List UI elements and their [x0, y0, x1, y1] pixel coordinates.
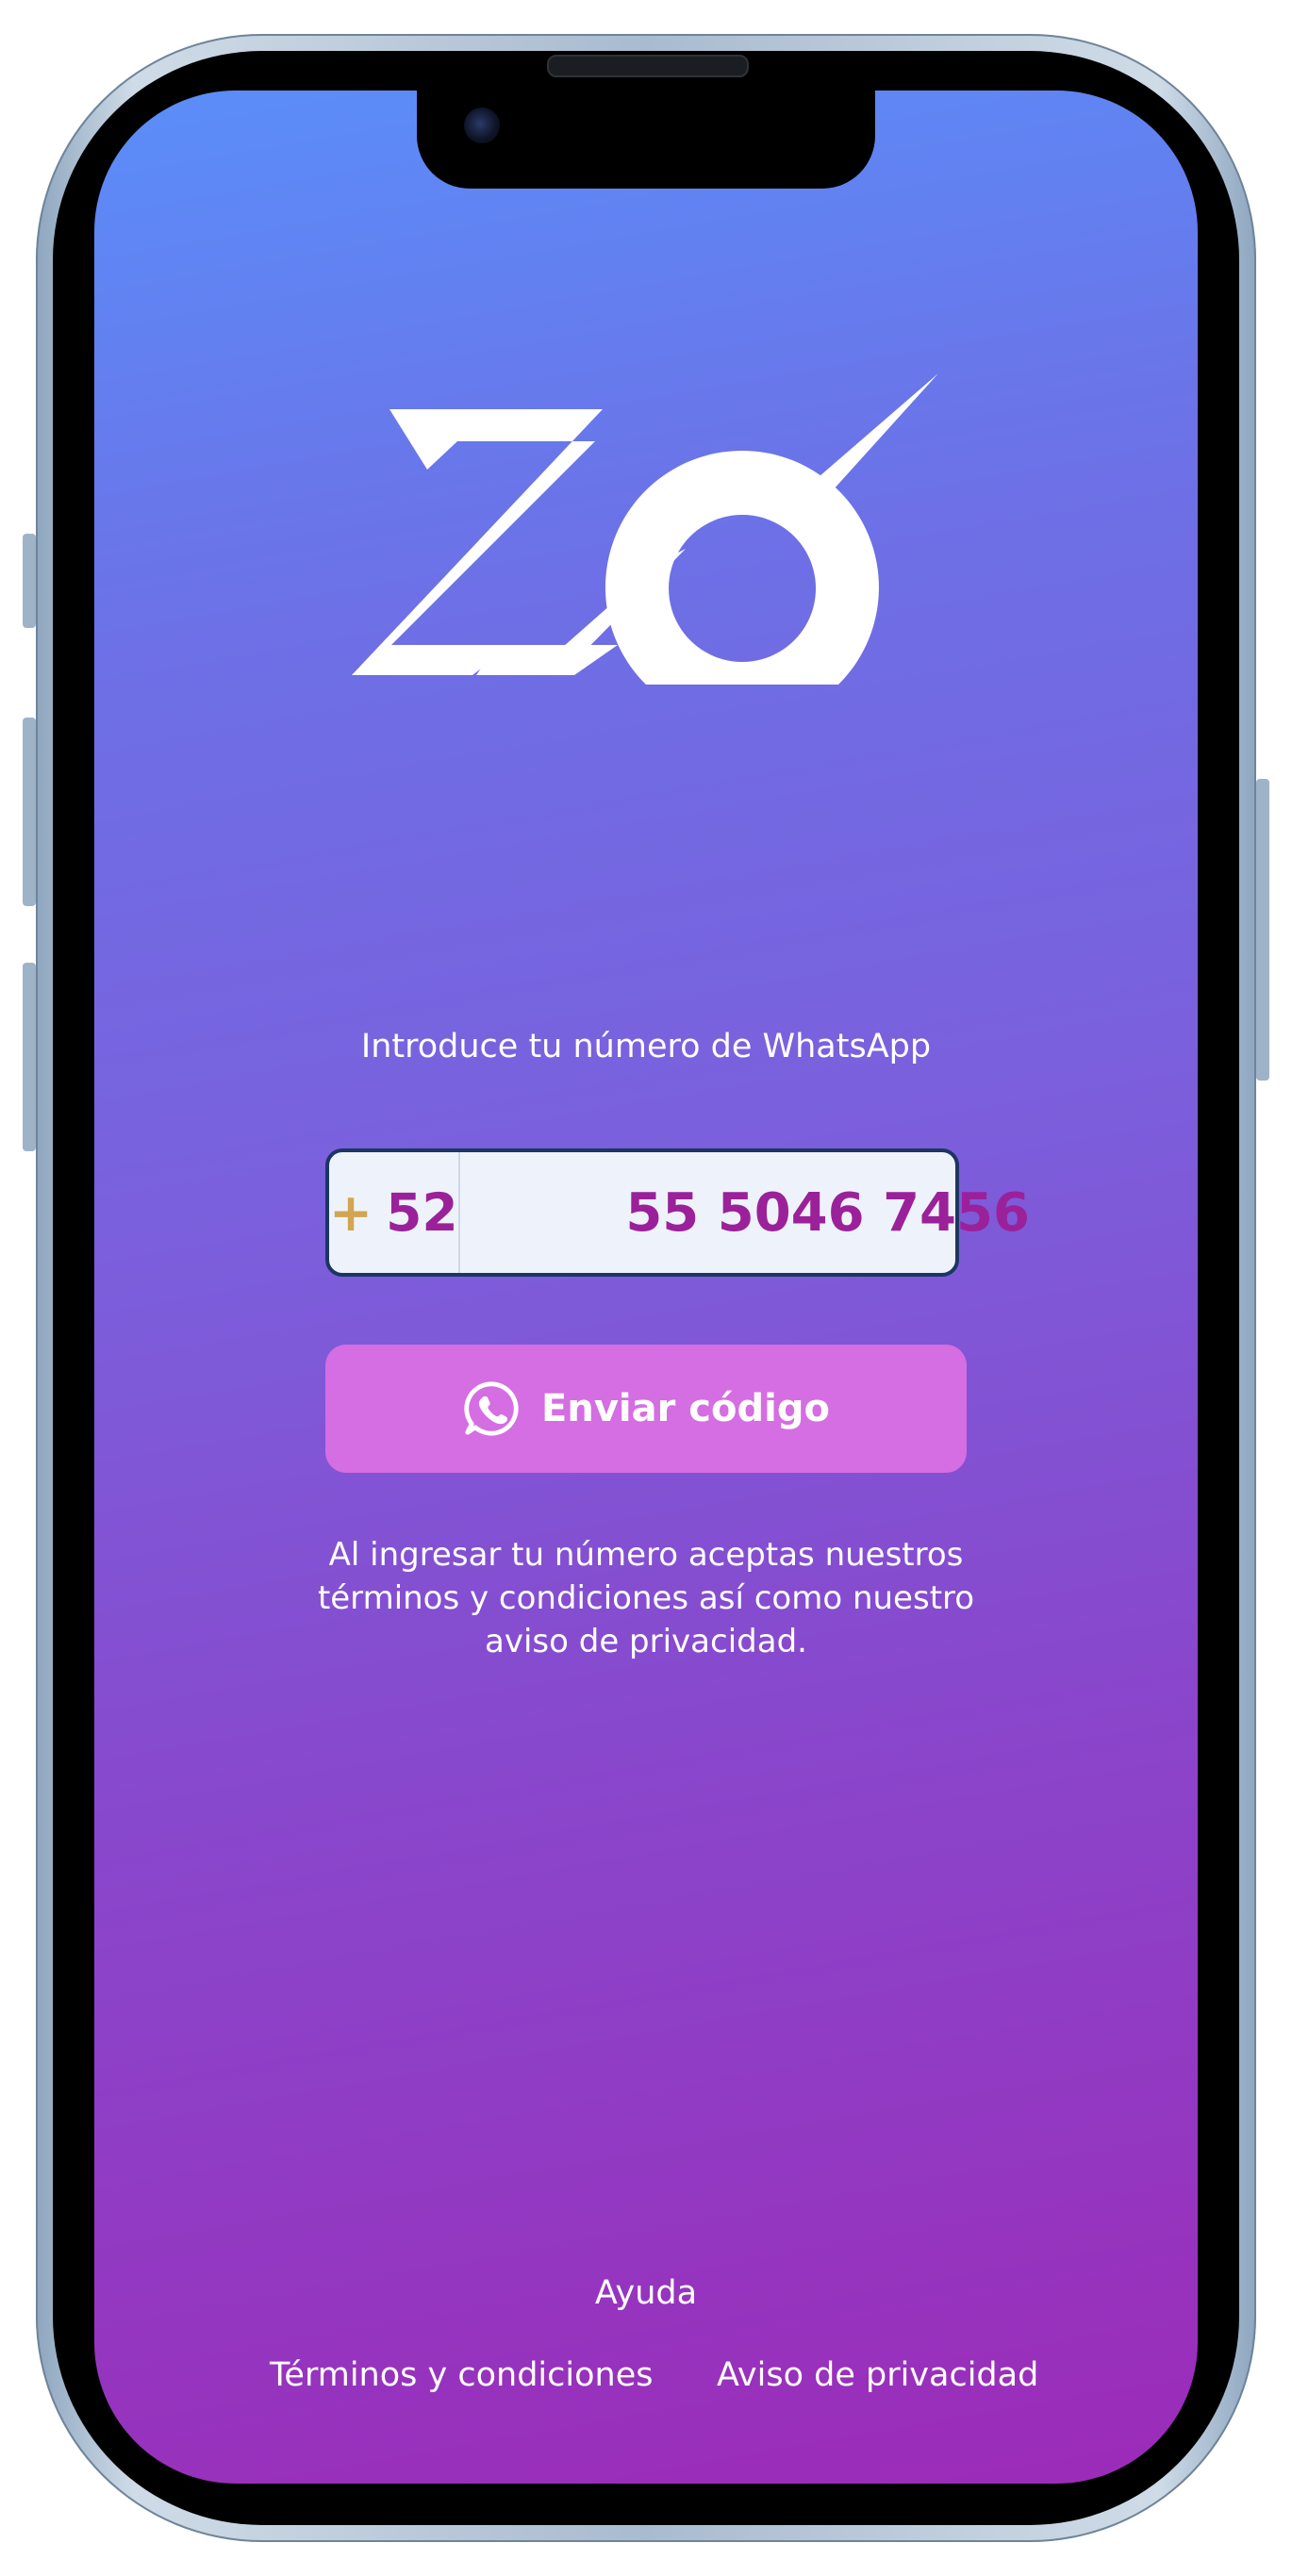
send-code-button[interactable]: Enviar código — [325, 1345, 967, 1473]
privacy-link[interactable]: Aviso de privacidad — [717, 2356, 1038, 2394]
country-code: 52 — [386, 1182, 458, 1243]
power-button — [1256, 779, 1269, 1081]
volume-down-button — [23, 963, 36, 1151]
legal-notice: Al ingresar tu número aceptas nuestros t… — [317, 1536, 975, 1660]
whatsapp-icon — [464, 1381, 519, 1436]
action-button — [23, 534, 36, 628]
volume-up-button — [23, 718, 36, 906]
help-link[interactable]: Ayuda — [94, 2274, 1198, 2312]
front-camera-icon — [464, 107, 500, 143]
country-code-selector[interactable]: + 52 — [329, 1152, 460, 1273]
app-screen: Introduce tu número de WhatsApp + 52 Env… — [94, 91, 1198, 2484]
notch — [417, 91, 875, 189]
zo-logo — [352, 373, 938, 685]
phone-number-input[interactable] — [459, 1152, 1196, 1273]
terms-link[interactable]: Términos y condiciones — [270, 2356, 653, 2394]
earpiece-speaker — [547, 55, 749, 77]
phone-number-field: + 52 — [325, 1148, 1196, 1277]
whatsapp-prompt: Introduce tu número de WhatsApp — [360, 1028, 932, 1065]
plus-sign: + — [329, 1182, 373, 1243]
send-code-label: Enviar código — [541, 1387, 830, 1430]
